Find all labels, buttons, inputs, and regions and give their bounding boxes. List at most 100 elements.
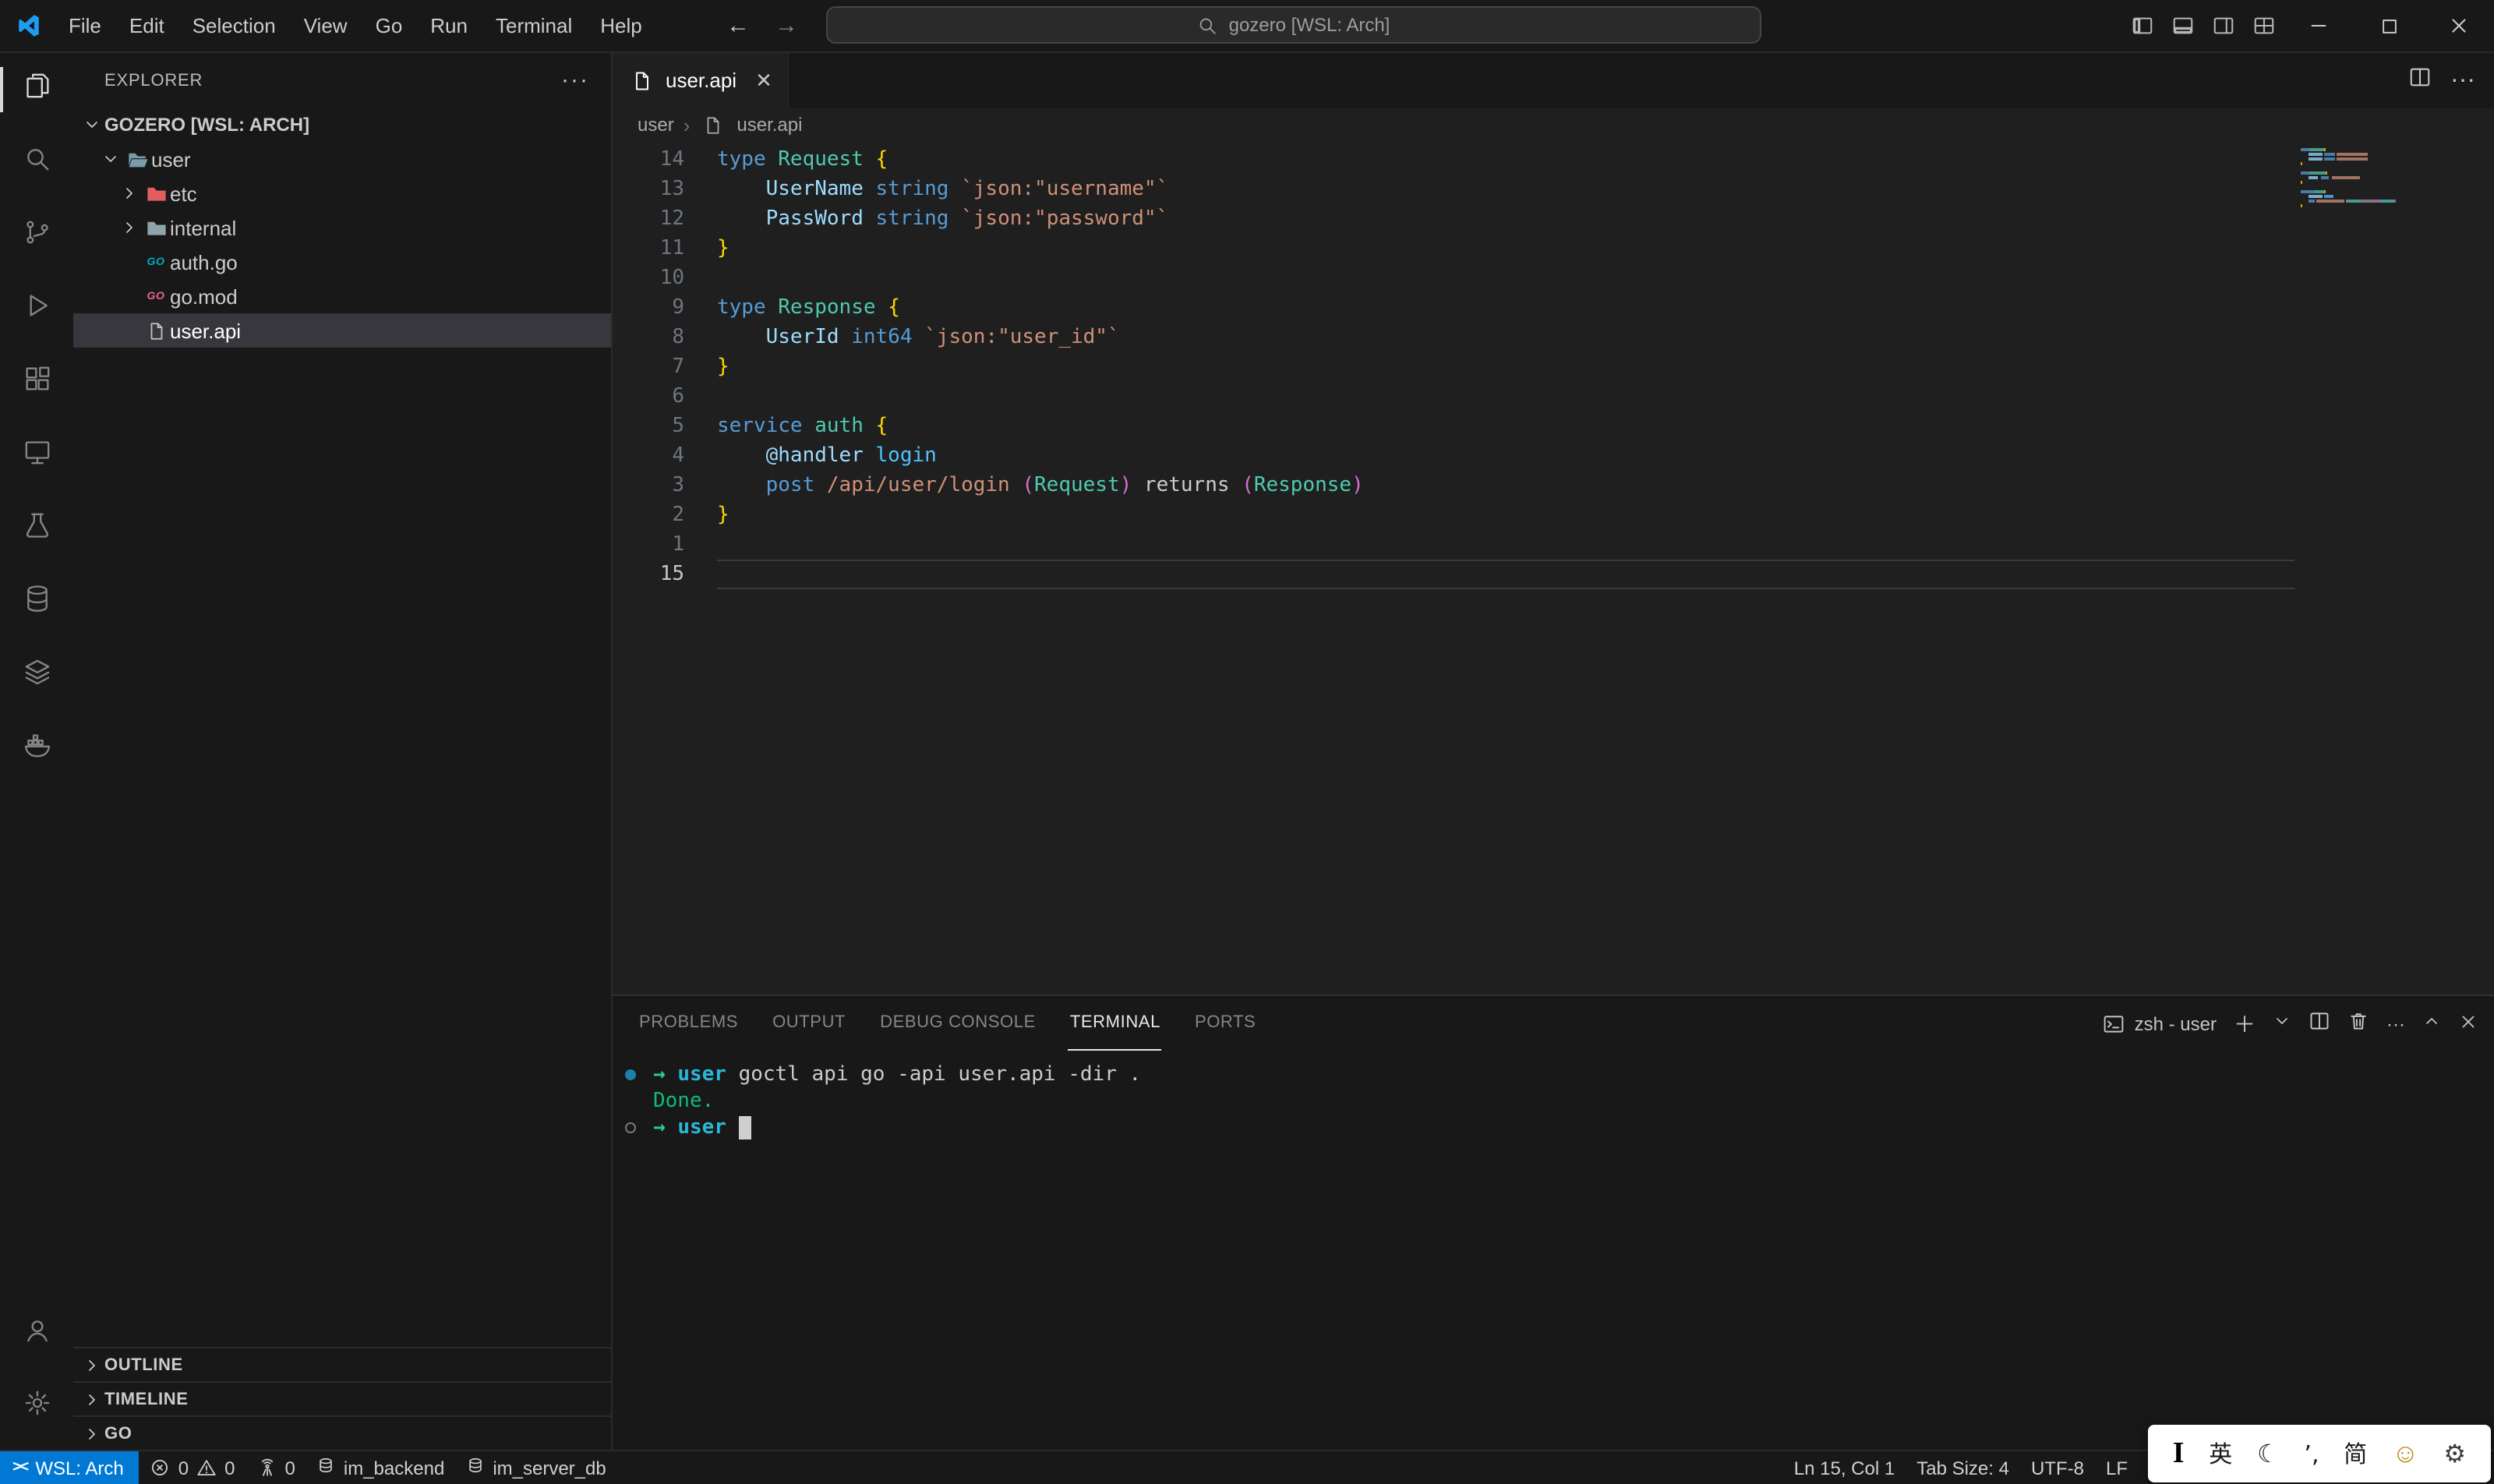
breadcrumb-folder[interactable]: user xyxy=(638,114,674,136)
customize-layout-icon[interactable] xyxy=(2243,0,2284,51)
menu-view[interactable]: View xyxy=(290,1,362,51)
panel-header: PROBLEMS OUTPUT DEBUG CONSOLE TERMINAL PORTS… xyxy=(613,996,2494,1051)
tree-item-user[interactable]: user xyxy=(73,142,611,176)
code-line-1[interactable]: 1 xyxy=(613,530,2494,560)
code-line-3[interactable]: 3 post /api/user/login (Request) returns… xyxy=(613,471,2494,500)
split-terminal-icon[interactable] xyxy=(2309,1010,2330,1037)
connection-im-server-db[interactable]: im_server_db xyxy=(455,1451,616,1484)
menu-go[interactable]: Go xyxy=(362,1,417,51)
moon-icon[interactable]: ☾ xyxy=(2257,1438,2280,1469)
tree-item-auth-go[interactable]: GOauth.go xyxy=(73,245,611,279)
terminal-profile-selector[interactable]: zsh - user xyxy=(2104,1012,2217,1034)
eol-sequence[interactable]: LF xyxy=(2095,1451,2139,1484)
activity-search[interactable] xyxy=(0,126,73,200)
docker-icon xyxy=(21,730,52,768)
indentation[interactable]: Tab Size: 4 xyxy=(1906,1451,2020,1484)
code-line-11[interactable]: 11} xyxy=(613,234,2494,263)
section-go[interactable]: GO xyxy=(73,1415,611,1450)
panel-tab-output[interactable]: OUTPUT xyxy=(771,996,847,1051)
close-button[interactable] xyxy=(2424,0,2494,51)
activity-remote-explorer[interactable] xyxy=(0,419,73,493)
maximize-button[interactable] xyxy=(2354,0,2424,51)
tree-root[interactable]: GOZERO [WSL: ARCH] xyxy=(73,108,611,142)
activity-account[interactable] xyxy=(0,1297,73,1370)
toggle-secondary-sidebar-icon[interactable] xyxy=(2203,0,2243,51)
terminal[interactable]: → user goctl api go -api user.api -dir .… xyxy=(613,1051,2494,1450)
activity-layers[interactable] xyxy=(0,639,73,712)
activity-extensions[interactable] xyxy=(0,346,73,419)
tree-item-user-api[interactable]: user.api xyxy=(73,313,611,348)
problems-indicator[interactable]: 0 0 xyxy=(140,1451,246,1484)
tree-item-go-mod[interactable]: GOgo.mod xyxy=(73,279,611,313)
editor-more-actions-icon[interactable]: ··· xyxy=(2450,66,2475,94)
connection-im-backend[interactable]: im_backend xyxy=(306,1451,455,1484)
code-line-14[interactable]: 14type Request { xyxy=(613,145,2494,175)
breadcrumb-file[interactable]: user.api xyxy=(737,114,802,136)
menu-file[interactable]: File xyxy=(55,1,115,51)
tree-item-etc[interactable]: etc xyxy=(73,176,611,210)
panel-tab-debug-console[interactable]: DEBUG CONSOLE xyxy=(878,996,1037,1051)
forward-arrow-icon[interactable]: → xyxy=(775,12,798,39)
code-line-8[interactable]: 8 UserId int64 `json:"user_id"` xyxy=(613,323,2494,352)
panel-more-actions-icon[interactable]: ··· xyxy=(2386,1012,2405,1034)
code-line-12[interactable]: 12 PassWord string `json:"password"` xyxy=(613,204,2494,234)
menu-help[interactable]: Help xyxy=(586,1,656,51)
code-line-4[interactable]: 4 @handler login xyxy=(613,441,2494,471)
toggle-panel-icon[interactable] xyxy=(2162,0,2203,51)
tab-user-api[interactable]: user.api ✕ xyxy=(613,53,790,108)
section-outline[interactable]: OUTLINE xyxy=(73,1347,611,1381)
ports-indicator[interactable]: 0 xyxy=(246,1451,306,1484)
code-text: } xyxy=(717,355,729,379)
kill-terminal-icon[interactable] xyxy=(2347,1010,2369,1037)
ime-punctuation-indicator[interactable]: ’, xyxy=(2304,1440,2319,1468)
gear-icon[interactable]: ⚙ xyxy=(2443,1438,2466,1469)
code-line-10[interactable]: 10 xyxy=(613,263,2494,293)
back-arrow-icon[interactable]: ← xyxy=(726,12,750,39)
new-terminal-icon[interactable]: ＋ xyxy=(2234,1016,2256,1031)
toggle-sidebar-icon[interactable] xyxy=(2121,0,2162,51)
code-line-9[interactable]: 9type Response { xyxy=(613,293,2494,323)
activity-settings[interactable] xyxy=(0,1370,73,1443)
maximize-panel-icon[interactable] xyxy=(2422,1012,2441,1035)
menu-selection[interactable]: Selection xyxy=(178,1,290,51)
cursor-position[interactable]: Ln 15, Col 1 xyxy=(1783,1451,1906,1484)
radio-tower-icon xyxy=(257,1458,277,1478)
minimap[interactable] xyxy=(2301,148,2472,218)
section-timeline[interactable]: TIMELINE xyxy=(73,1381,611,1415)
code-line-6[interactable]: 6 xyxy=(613,382,2494,412)
menu-run[interactable]: Run xyxy=(416,1,482,51)
tab-close-icon[interactable]: ✕ xyxy=(755,68,772,93)
activity-files[interactable] xyxy=(0,53,73,126)
command-pending-decoration[interactable] xyxy=(625,1122,636,1133)
activity-run-debug[interactable] xyxy=(0,273,73,346)
code-line-15[interactable]: 15 xyxy=(613,560,2494,589)
code-line-2[interactable]: 2} xyxy=(613,500,2494,530)
explorer-more-actions-icon[interactable]: ··· xyxy=(561,72,589,88)
activity-testing[interactable] xyxy=(0,493,73,566)
activity-source-control[interactable] xyxy=(0,200,73,273)
code-line-7[interactable]: 7} xyxy=(613,352,2494,382)
emoji-icon[interactable]: ☺ xyxy=(2392,1438,2419,1469)
ime-charset-indicator[interactable]: 简 xyxy=(2344,1437,2367,1470)
activity-docker[interactable] xyxy=(0,712,73,786)
terminal-dropdown-icon[interactable] xyxy=(2273,1012,2291,1035)
close-panel-icon[interactable] xyxy=(2458,1011,2478,1036)
ime-lang-indicator[interactable]: 英 xyxy=(2209,1437,2232,1470)
code-editor[interactable]: 14type Request {13 UserName string `json… xyxy=(613,142,2494,995)
tree-item-internal[interactable]: internal xyxy=(73,210,611,245)
line-number: 7 xyxy=(613,355,684,379)
command-center[interactable]: gozero [WSL: Arch] xyxy=(826,6,1761,44)
panel-tab-ports[interactable]: PORTS xyxy=(1193,996,1257,1051)
split-editor-icon[interactable] xyxy=(2408,65,2432,96)
panel-tab-terminal[interactable]: TERMINAL xyxy=(1069,996,1162,1051)
code-line-13[interactable]: 13 UserName string `json:"username"` xyxy=(613,175,2494,204)
remote-indicator[interactable]: >< WSL: Arch xyxy=(0,1451,140,1484)
command-success-decoration[interactable] xyxy=(625,1069,636,1080)
minimize-button[interactable] xyxy=(2284,0,2354,51)
code-line-5[interactable]: 5service auth { xyxy=(613,412,2494,441)
encoding[interactable]: UTF-8 xyxy=(2020,1451,2095,1484)
activity-database[interactable] xyxy=(0,566,73,639)
menu-terminal[interactable]: Terminal xyxy=(482,1,586,51)
panel-tab-problems[interactable]: PROBLEMS xyxy=(638,996,740,1051)
menu-edit[interactable]: Edit xyxy=(115,1,178,51)
